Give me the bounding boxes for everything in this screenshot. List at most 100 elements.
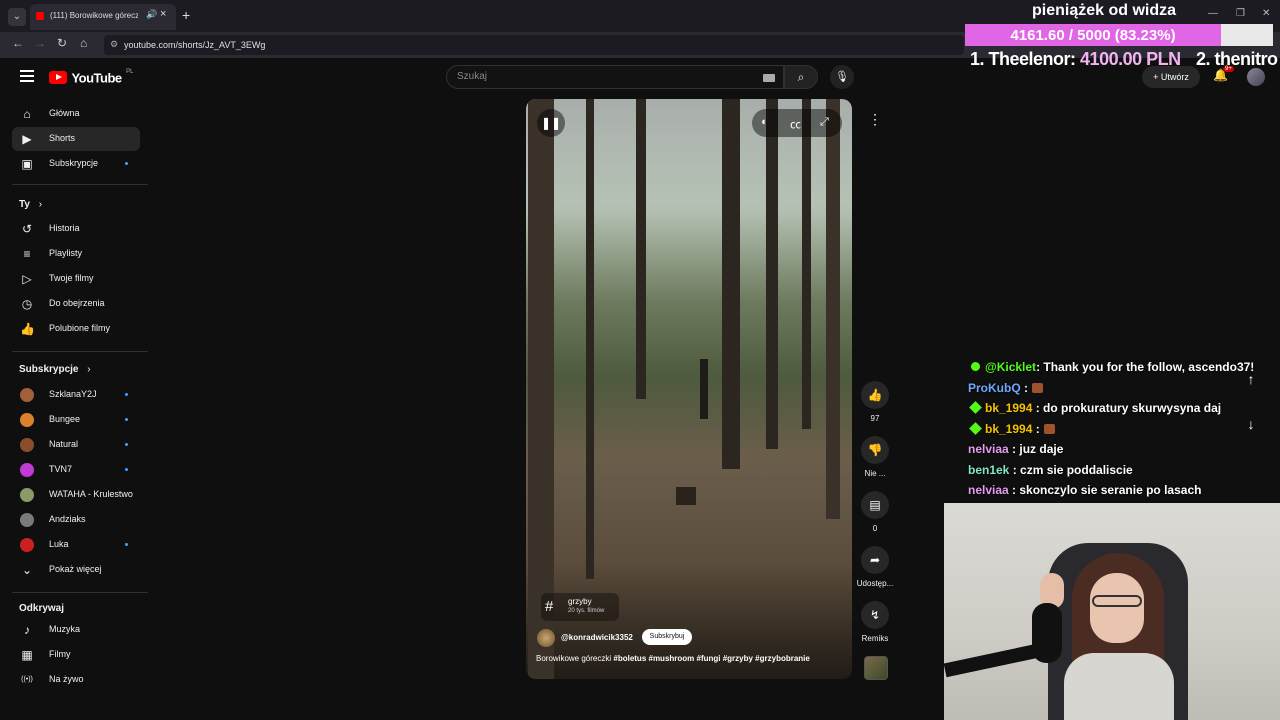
- donation-progress-text: 4161.60 / 5000 (83.23%): [1010, 27, 1176, 44]
- sidebar-item-label: Natural: [49, 439, 79, 449]
- account-avatar[interactable]: [1247, 68, 1265, 86]
- chat-message: bk_1994 : do prokuratury skurwysyna daj: [968, 401, 1221, 415]
- tree-stump: [676, 487, 696, 505]
- chat-username[interactable]: bk_1994: [985, 401, 1032, 415]
- sidebar-item-tvn7[interactable]: TVN7: [12, 458, 140, 482]
- url-field[interactable]: ⚙ youtube.com/shorts/Jz_AVT_3EWg: [104, 35, 964, 55]
- subscribe-button[interactable]: Subskrybuj: [642, 629, 692, 645]
- remix-action[interactable]: ↯ Remiks: [856, 601, 894, 643]
- sidebar-item-natural[interactable]: Natural: [12, 433, 140, 457]
- url-text: youtube.com/shorts/Jz_AVT_3EWg: [124, 40, 266, 50]
- chat-username[interactable]: ProKubQ: [968, 381, 1021, 395]
- sidebar-item-andziaks[interactable]: Andziaks: [12, 508, 140, 532]
- sidebar-item-muzyka[interactable]: ♪ Muzyka: [12, 618, 140, 642]
- sidebar-divider: [12, 592, 148, 593]
- chat-text: :: [1032, 421, 1040, 436]
- dislike-action[interactable]: 👎 Nie ...: [856, 436, 894, 478]
- sidebar-item-twoje-filmy[interactable]: ▷ Twoje filmy: [12, 267, 140, 291]
- chat-username[interactable]: nelviaa: [968, 483, 1009, 497]
- remix-icon[interactable]: ↯: [861, 601, 889, 629]
- channel-avatar: [20, 538, 34, 552]
- site-info-icon[interactable]: ⚙: [110, 39, 118, 50]
- search-input[interactable]: Szukaj: [446, 65, 784, 89]
- sidebar-item-do-obejrzenia[interactable]: ◷ Do obejrzenia: [12, 292, 140, 316]
- sidebar-item-polubione-filmy[interactable]: 👍 Polubione filmy: [12, 317, 140, 341]
- sidebar-section-you[interactable]: Ty ›: [19, 199, 42, 210]
- tab-list-button[interactable]: ⌄: [8, 8, 26, 26]
- youtube-logo[interactable]: YouTube PL: [49, 69, 133, 87]
- sidebar-item-subskrypcje[interactable]: ▣ Subskrypcje: [12, 152, 140, 176]
- sidebar-item-label: Shorts: [49, 133, 76, 143]
- mic-arm: [944, 642, 1045, 678]
- sidebar-item-na-żywo[interactable]: ((•)) Na żywo: [12, 668, 140, 692]
- more-options-icon[interactable]: ⋮: [866, 111, 884, 128]
- thumbs-down-icon[interactable]: 👎: [861, 436, 889, 464]
- sidebar-item-filmy[interactable]: ▦ Filmy: [12, 643, 140, 667]
- sidebar-item-szklanay2j[interactable]: SzklanaY2J: [12, 383, 140, 407]
- description-hashtags[interactable]: #boletus #mushroom #fungi #grzyby #grzyb…: [613, 654, 809, 663]
- forward-icon[interactable]: →: [34, 36, 46, 50]
- channel-name[interactable]: @konradwicik3352: [561, 633, 633, 642]
- fullscreen-icon[interactable]: ⤢: [820, 116, 829, 129]
- captions-icon[interactable]: ㏄: [790, 116, 801, 132]
- comment-icon[interactable]: ▤: [861, 491, 889, 519]
- hashtag-chip[interactable]: # grzyby 20 tys. filmów: [541, 593, 619, 621]
- tree-trunk: [722, 99, 740, 469]
- chat-text: : juz daje: [1008, 442, 1064, 456]
- chevron-right-icon: ›: [87, 364, 91, 375]
- home-browser-icon[interactable]: ⌂: [80, 36, 87, 50]
- verified-badge-icon: [971, 362, 980, 371]
- chat-username[interactable]: bk_1994: [985, 422, 1032, 436]
- chat-username[interactable]: ben1ek: [968, 463, 1009, 477]
- sidebar-item-bungee[interactable]: Bungee: [12, 408, 140, 432]
- new-content-dot: [125, 418, 128, 421]
- speaker-icon[interactable]: 🔊: [146, 9, 157, 20]
- arrow-up-icon[interactable]: ↑: [1238, 366, 1264, 392]
- comments-action[interactable]: ▤ 0: [856, 491, 894, 533]
- show-more-button[interactable]: ⌄ Pokaż więcej: [12, 558, 140, 582]
- streamer-webcam: [944, 503, 1280, 720]
- like-icon: 👍: [20, 322, 35, 336]
- sidebar-section-subscriptions[interactable]: Subskrypcje ›: [19, 364, 91, 375]
- person-silhouette: [700, 359, 708, 419]
- create-button[interactable]: + Utwórz: [1142, 66, 1200, 88]
- thumbs-up-icon[interactable]: 👍: [861, 381, 889, 409]
- share-icon[interactable]: ➦: [861, 546, 889, 574]
- sidebar-item-label: Historia: [49, 223, 80, 233]
- sidebar-item-shorts[interactable]: ▶ Shorts: [12, 127, 140, 151]
- new-tab-button[interactable]: +: [182, 7, 190, 23]
- new-content-dot: [125, 393, 128, 396]
- back-icon[interactable]: ←: [12, 36, 24, 50]
- sidebar-item-główna[interactable]: ⌂ Główna: [12, 102, 140, 126]
- sidebar-item-label: Bungee: [49, 414, 81, 424]
- arrow-down-icon[interactable]: ↓: [1238, 411, 1264, 437]
- sidebar-divider: [12, 351, 148, 352]
- shorts-video-player[interactable]: [526, 99, 852, 679]
- sidebar-item-luka[interactable]: Luka: [12, 533, 140, 557]
- emote-icon: [1043, 423, 1055, 434]
- sidebar-item-wataha-krulestwo[interactable]: WATAHA - Krulestwo: [12, 483, 140, 507]
- subscriber-badge-icon: [969, 421, 982, 435]
- channel-avatar[interactable]: [537, 629, 555, 647]
- logo-text: YouTube: [71, 70, 122, 86]
- sound-thumbnail[interactable]: [864, 656, 888, 680]
- volume-icon[interactable]: ◖: [760, 116, 767, 128]
- chat-username[interactable]: @Kicklet: [985, 360, 1036, 374]
- close-tab-icon[interactable]: ×: [160, 8, 166, 20]
- browser-tab[interactable]: (111) Borowikowe góreczki 🔊 ×: [30, 4, 176, 30]
- streamer-body: [1064, 653, 1174, 720]
- sidebar-item-historia[interactable]: ↺ Historia: [12, 217, 140, 241]
- chevron-right-icon: ›: [38, 199, 43, 210]
- search-button[interactable]: ⌕: [784, 65, 818, 89]
- sidebar-item-playlisty[interactable]: ≡ Playlisty: [12, 242, 140, 266]
- plus-icon: +: [1153, 72, 1161, 82]
- reload-icon[interactable]: ↻: [57, 36, 67, 50]
- menu-icon[interactable]: [20, 70, 34, 85]
- keyboard-icon[interactable]: [763, 74, 775, 82]
- like-action[interactable]: 👍 97: [856, 381, 894, 423]
- share-action[interactable]: ➦ Udostęp...: [856, 546, 894, 588]
- your-videos-icon: ▷: [22, 272, 32, 286]
- voice-search-button[interactable]: 🎙: [830, 65, 854, 89]
- chat-username[interactable]: nelviaa: [968, 442, 1009, 456]
- pause-button[interactable]: ❚❚: [537, 109, 565, 137]
